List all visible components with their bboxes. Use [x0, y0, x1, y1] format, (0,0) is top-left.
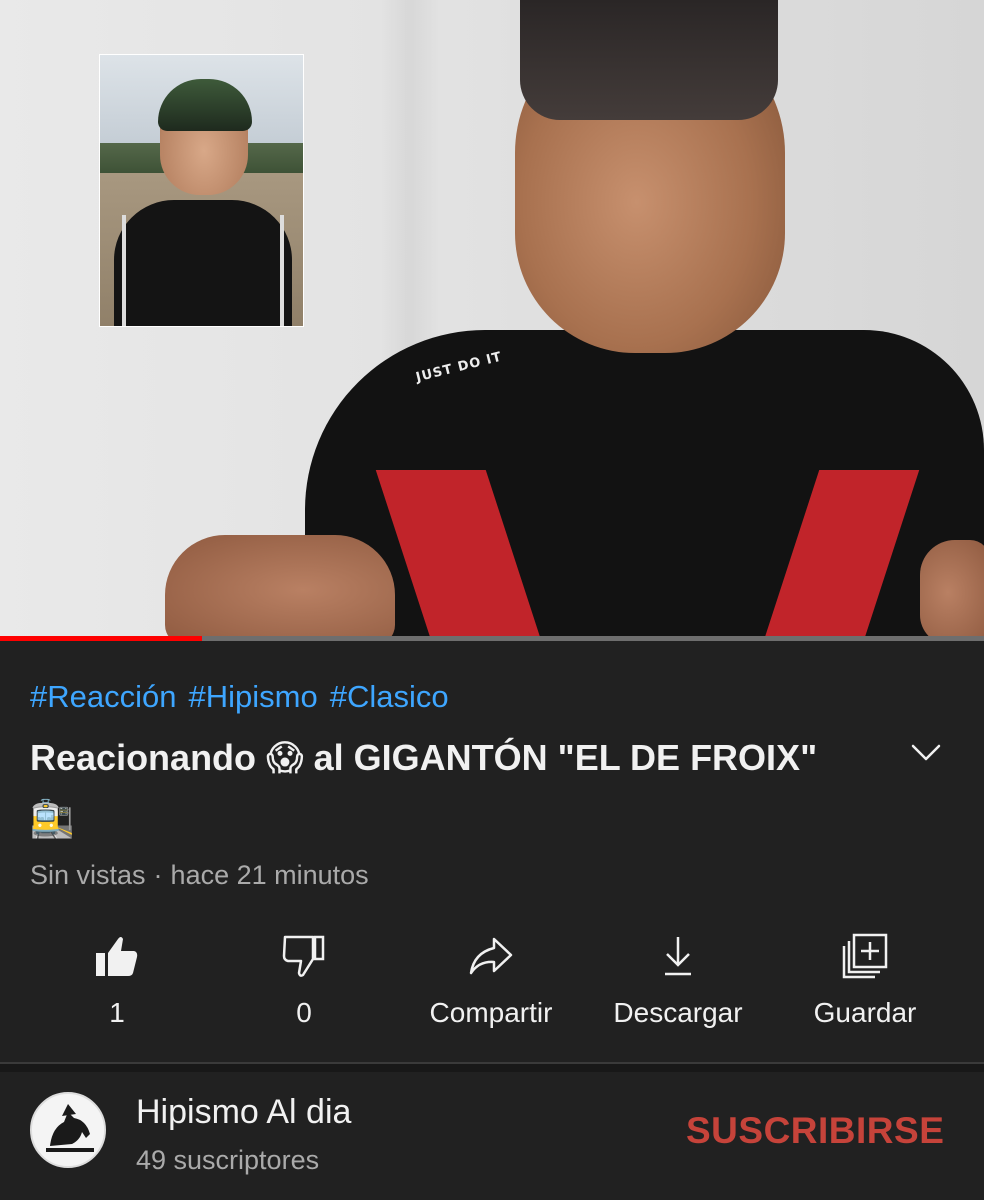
dislike-button[interactable]: 0 — [214, 925, 394, 1035]
like-count: 1 — [109, 997, 125, 1028]
hashtag-clasico[interactable]: #Clasico — [330, 679, 449, 715]
station-emoji: 🚉 — [30, 799, 75, 840]
presenter-cap — [520, 0, 778, 120]
progress-bar-fill[interactable] — [0, 636, 202, 641]
share-icon — [469, 937, 513, 975]
video-metadata: Sin vistas · hace 21 minutos — [30, 860, 369, 891]
hashtag-reaccion[interactable]: #Reacción — [30, 679, 176, 715]
save-label: Guardar — [813, 997, 917, 1028]
subscriber-count: 49 suscriptores — [136, 1145, 320, 1175]
meta-separator: · — [153, 860, 163, 890]
download-icon — [665, 937, 691, 976]
dislike-count: 0 — [296, 997, 312, 1028]
hashtag-hipismo[interactable]: #Hipismo — [188, 679, 317, 715]
thumbs-up-icon — [96, 937, 138, 976]
presenter-hand-right — [920, 540, 984, 641]
video-title[interactable]: Reacionando 😱 al GIGANTÓN "EL DE FROIX" … — [30, 728, 870, 850]
download-button[interactable]: Descargar — [588, 925, 768, 1035]
screaming-face-emoji: 😱 — [266, 738, 304, 779]
publish-time: hace 21 minutos — [170, 860, 369, 890]
view-count: Sin vistas — [30, 860, 146, 890]
channel-name[interactable]: Hipismo Al dia — [136, 1093, 351, 1132]
share-label: Compartir — [429, 997, 553, 1028]
horse-logo-icon — [34, 1096, 104, 1166]
thumbs-down-icon — [282, 935, 325, 977]
title-text-part2: al GIGANTÓN "EL DE FROIX" — [313, 737, 818, 778]
like-button[interactable]: 1 — [27, 925, 207, 1035]
video-player[interactable]: JUST DO IT — [0, 0, 984, 641]
channel-avatar[interactable] — [30, 1092, 106, 1168]
chevron-down-icon — [911, 744, 941, 761]
subscribe-button[interactable]: SUSCRIBIRSE — [686, 1110, 944, 1152]
expand-description-button[interactable] — [904, 735, 948, 771]
title-text-part1: Reacionando — [30, 737, 257, 778]
add-to-playlist-icon — [842, 933, 888, 979]
section-gap — [0, 1064, 984, 1072]
youtube-video-page: JUST DO IT #Reacción #Hipismo #Clasico R… — [0, 0, 984, 1200]
inset-photo — [99, 54, 304, 327]
download-label: Descargar — [613, 997, 743, 1028]
presenter-hand-left — [165, 535, 395, 641]
share-button[interactable]: Compartir — [401, 925, 581, 1035]
save-button[interactable]: Guardar — [775, 925, 955, 1035]
hashtag-list: #Reacción #Hipismo #Clasico — [30, 679, 449, 715]
action-bar: 1 0 Compartir Descargar Guardar — [0, 925, 984, 1035]
